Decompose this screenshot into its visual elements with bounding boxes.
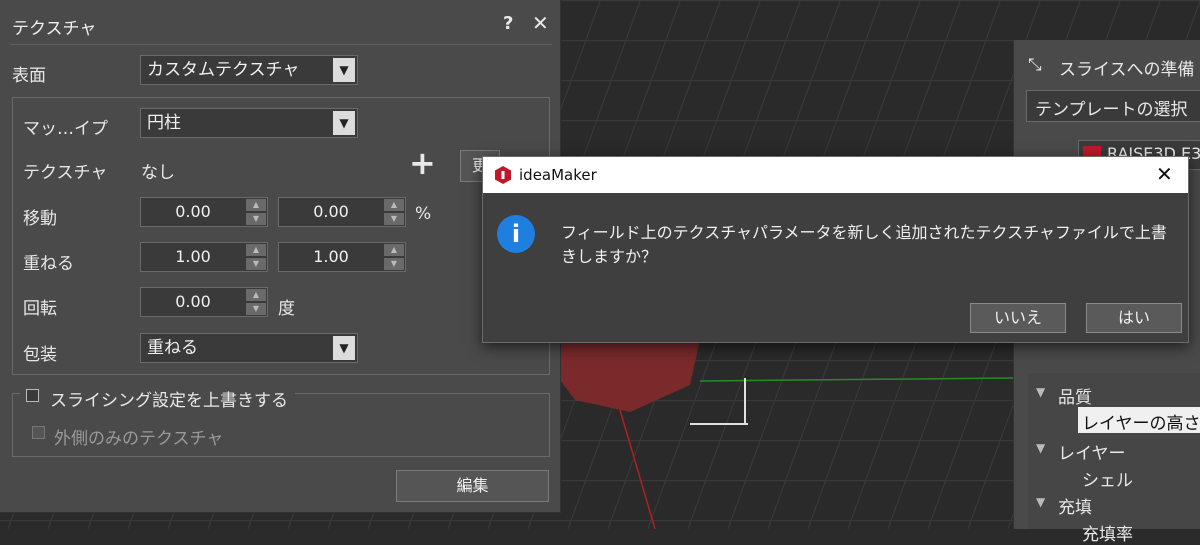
tree-layer-height-row[interactable]: レイヤーの高さ (1078, 407, 1200, 434)
tree-infill-rate[interactable]: 充填率 (1082, 520, 1133, 545)
texture-value: なし (141, 163, 175, 183)
add-texture-icon[interactable]: + (409, 144, 436, 182)
texture-panel: テクスチャ ? ✕ 表面 カスタムテクスチャ ▼ マッ…イプ 円柱 ▼ テクスチ… (0, 0, 561, 513)
move-x-input[interactable]: 0.00 ▲ ▼ (140, 197, 268, 227)
panel-titlebar: テクスチャ ? ✕ (0, 0, 560, 46)
rotate-value: 0.00 (175, 292, 211, 311)
dialog-titlebar: ideaMaker ✕ (483, 157, 1188, 193)
repeat-y-input[interactable]: 1.00 ▲ ▼ (278, 242, 406, 272)
template-button-label: テンプレートの選択 (1035, 100, 1188, 120)
surface-label: 表面 (12, 66, 46, 86)
move-y-input[interactable]: 0.00 ▲ ▼ (278, 197, 406, 227)
repeat-x-value: 1.00 (175, 247, 211, 266)
divider (10, 44, 552, 45)
move-unit: % (415, 204, 432, 224)
expand-icon[interactable]: ▼ (1036, 385, 1045, 399)
dialog-message: フィールド上のテクスチャパラメータを新しく追加されたテクスチャファイルで上書きし… (561, 223, 1167, 266)
map-type-select[interactable]: 円柱 ▼ (140, 108, 358, 138)
template-button[interactable]: テンプレートの選択 (1026, 90, 1200, 122)
surface-select-value: カスタムテクスチャ (147, 60, 300, 80)
map-type-value: 円柱 (147, 113, 181, 133)
spin-up-icon[interactable]: ▲ (246, 244, 266, 256)
panel-title: テクスチャ (12, 19, 97, 39)
rotate-unit: 度 (278, 299, 295, 319)
repeat-x-input[interactable]: 1.00 ▲ ▼ (140, 242, 268, 272)
tree-quality[interactable]: 品質 (1058, 383, 1092, 408)
rotate-label: 回転 (23, 299, 57, 319)
collapse-icon[interactable]: ⤡ (1028, 55, 1042, 75)
info-icon: i (497, 215, 535, 253)
chevron-down-icon: ▼ (333, 111, 355, 135)
spin-up-icon[interactable]: ▲ (246, 289, 266, 301)
expand-icon[interactable]: ▼ (1036, 495, 1045, 509)
override-checkbox[interactable] (26, 389, 39, 402)
tree-shell[interactable]: シェル (1082, 466, 1133, 491)
repeat-label: 重ねる (23, 254, 74, 274)
tree-layer[interactable]: レイヤー (1058, 439, 1126, 464)
slice-prep-title: スライスへの準備 (1059, 60, 1195, 80)
spin-up-icon[interactable]: ▲ (384, 199, 404, 211)
move-y-value: 0.00 (313, 202, 349, 221)
spin-down-icon[interactable]: ▼ (246, 303, 266, 315)
wrap-value: 重ねる (147, 338, 198, 358)
rotate-input[interactable]: 0.00 ▲ ▼ (140, 287, 268, 317)
spin-down-icon[interactable]: ▼ (384, 213, 404, 225)
outer-only-checkbox[interactable] (32, 426, 45, 439)
edit-button[interactable]: 編集 (396, 470, 549, 502)
chevron-down-icon: ▼ (333, 58, 355, 82)
surface-select[interactable]: カスタムテクスチャ ▼ (140, 55, 358, 85)
outer-only-label: 外側のみのテクスチャ (54, 429, 224, 449)
spin-down-icon[interactable]: ▼ (384, 258, 404, 270)
spin-up-icon[interactable]: ▲ (246, 199, 266, 211)
map-type-label: マッ…イプ (23, 119, 108, 139)
wrap-label: 包装 (23, 345, 57, 365)
tree-infill[interactable]: 充填 (1058, 493, 1092, 518)
spin-up-icon[interactable]: ▲ (384, 244, 404, 256)
confirm-dialog: ideaMaker ✕ i フィールド上のテクスチャパラメータを新しく追加された… (482, 156, 1189, 343)
override-label: スライシング設定を上書きする (50, 391, 288, 411)
spin-down-icon[interactable]: ▼ (246, 213, 266, 225)
no-button[interactable]: いいえ (970, 303, 1066, 333)
dialog-title: ideaMaker (519, 166, 597, 184)
help-icon[interactable]: ? (503, 13, 513, 34)
chevron-down-icon: ▼ (333, 336, 355, 360)
repeat-y-value: 1.00 (313, 247, 349, 266)
wrap-select[interactable]: 重ねる ▼ (140, 333, 358, 363)
texture-label: テクスチャ (23, 163, 108, 183)
move-label: 移動 (23, 209, 57, 229)
close-icon[interactable]: ✕ (1156, 162, 1173, 186)
move-x-value: 0.00 (175, 202, 211, 221)
expand-icon[interactable]: ▼ (1036, 441, 1045, 455)
close-icon[interactable]: ✕ (532, 11, 549, 35)
yes-button[interactable]: はい (1086, 303, 1182, 333)
spin-down-icon[interactable]: ▼ (246, 258, 266, 270)
tree-layer-height: レイヤーの高さ (1082, 414, 1200, 434)
ideamaker-logo-icon (495, 166, 511, 184)
